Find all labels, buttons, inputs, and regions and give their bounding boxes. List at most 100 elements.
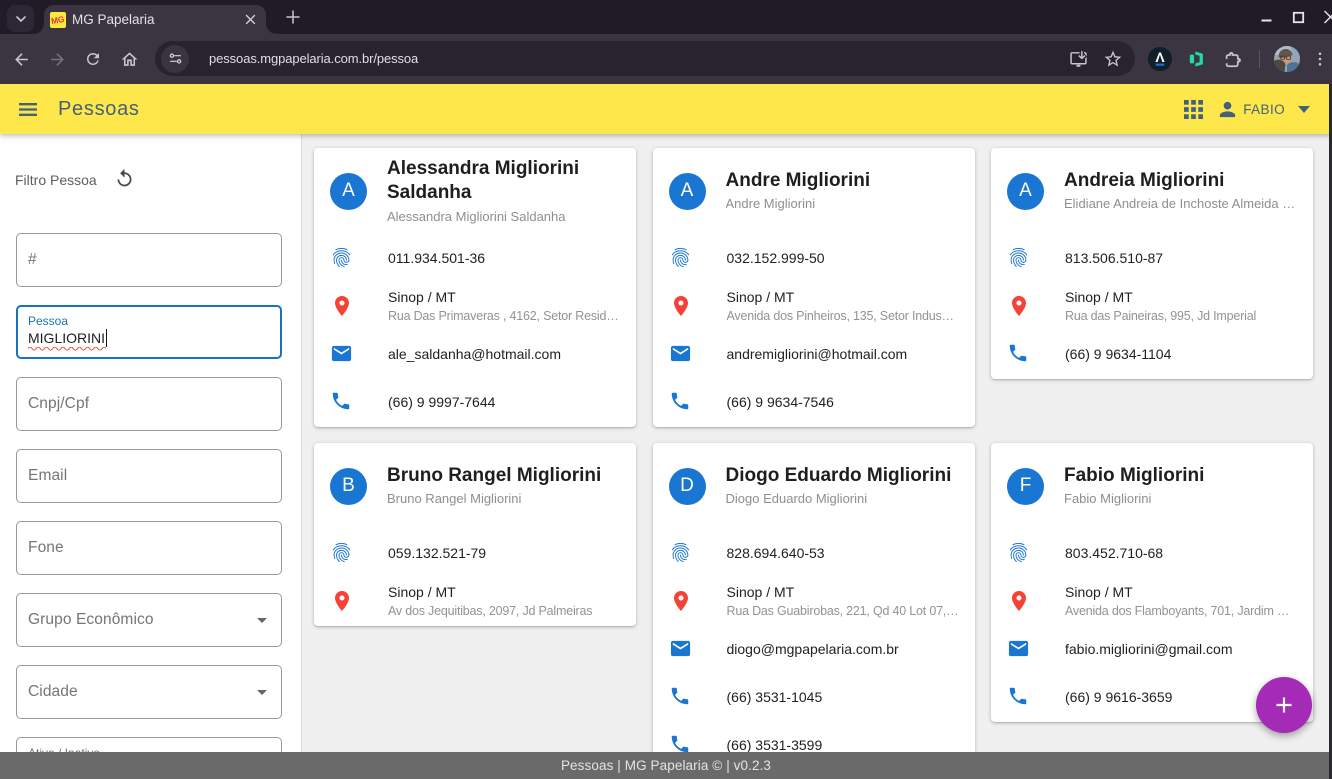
user-menu[interactable]: FABIO: [1216, 98, 1310, 121]
card-row-phone[interactable]: (66) 9 9997-7644: [314, 378, 636, 426]
tab-title: MG Papelaria: [72, 12, 242, 27]
install-app-icon[interactable]: [1068, 48, 1089, 69]
site-info-button[interactable]: [161, 45, 189, 73]
filter-reset-icon[interactable]: [114, 168, 135, 189]
row-icon-box: [1007, 541, 1031, 565]
person-name: Bruno Rangel Migliorini: [387, 464, 601, 489]
person-card[interactable]: AAlessandra Migliorini SaldanhaAlessandr…: [314, 148, 636, 427]
avatar: D: [669, 468, 706, 505]
field-label: Grupo Econômico: [28, 611, 154, 629]
card-header-text: Fabio MiglioriniFabio Migliorini: [1064, 464, 1204, 509]
menu-button[interactable]: [10, 91, 46, 127]
url-text[interactable]: pessoas.mgpapelaria.com.br/pessoa: [209, 51, 1068, 66]
bookmark-star-icon[interactable]: [1103, 49, 1123, 69]
address-bar[interactable]: pessoas.mgpapelaria.com.br/pessoa: [155, 41, 1135, 76]
forward-button[interactable]: [42, 44, 72, 74]
filter-field-grupo-econ-mico[interactable]: Grupo Econômico: [16, 593, 282, 647]
row-primary-text: (66) 9 9634-1104: [1065, 345, 1299, 364]
extension-a-button[interactable]: [1146, 44, 1174, 74]
window-minimize-button[interactable]: [1260, 10, 1273, 24]
card-header: AAlessandra Migliorini SaldanhaAlessandr…: [314, 148, 636, 234]
row-primary-text: Sinop / MT: [727, 288, 961, 307]
tab-favicon: MG: [50, 12, 66, 28]
card-row-fingerprint[interactable]: 032.152.999-50: [653, 234, 975, 282]
row-icon-box: [669, 637, 693, 661]
field-label: Cnpj/Cpf: [28, 395, 89, 413]
avatar: B: [330, 468, 367, 505]
card-row-email[interactable]: andremigliorini@hotmail.com: [653, 330, 975, 378]
profile-avatar[interactable]: [1273, 44, 1301, 74]
card-row-location[interactable]: Sinop / MTAv dos Jequitibas, 2097, Jd Pa…: [314, 577, 636, 625]
card-row-fingerprint[interactable]: 803.452.710-68: [991, 529, 1313, 577]
person-subtitle: Diogo Eduardo Migliorini: [726, 489, 952, 508]
card-row-email[interactable]: ale_saldanha@hotmail.com: [314, 330, 636, 378]
window-maximize-button[interactable]: [1292, 10, 1305, 24]
apps-grid-button[interactable]: [1183, 91, 1203, 127]
card-row-location[interactable]: Sinop / MTRua das Paineiras, 995, Jd Imp…: [991, 282, 1313, 330]
card-header: B Bruno Rangel MiglioriniBruno Rangel Mig…: [314, 443, 636, 529]
cards-area: AAlessandra Migliorini SaldanhaAlessandr…: [302, 134, 1332, 779]
person-card[interactable]: AAndre MiglioriniAndre Migliorini032.152…: [653, 148, 975, 427]
row-icon-box: [330, 246, 354, 270]
row-icon-box: [669, 589, 693, 613]
reload-button[interactable]: [78, 44, 108, 74]
row-text: fabio.migliorini@gmail.com: [1065, 640, 1299, 659]
field-label: Email: [28, 467, 67, 485]
filter-field-cnpj-cpf[interactable]: Cnpj/Cpf: [16, 377, 282, 431]
tab-close-button[interactable]: [242, 12, 258, 28]
card-row-phone[interactable]: (66) 9 9634-7546: [653, 378, 975, 426]
card-row-location[interactable]: Sinop / MTAvenida dos Flamboyants, 701, …: [991, 577, 1313, 625]
row-text: (66) 9 9634-7546: [727, 393, 961, 412]
window-close-button[interactable]: [1324, 10, 1332, 24]
row-primary-text: 803.452.710-68: [1065, 544, 1299, 563]
row-text: 011.934.501-36: [388, 249, 622, 268]
person-card[interactable]: B Bruno Rangel MiglioriniBruno Rangel Mig…: [314, 443, 636, 626]
extension-a-icon: [1147, 46, 1173, 72]
email-icon: [669, 342, 692, 365]
card-row-location[interactable]: Sinop / MTAvenida dos Pinheiros, 135, Se…: [653, 282, 975, 330]
filter-field-email[interactable]: Email: [16, 449, 282, 503]
row-secondary-text: Avenida dos Pinheiros, 135, Setor Indus…: [727, 308, 961, 325]
plus-icon: [286, 10, 300, 24]
browser-menu-button[interactable]: [1306, 44, 1332, 74]
filter-fields: # PessoaMIGLIORINI Cnpj/Cpf Email Fone Grupo …: [16, 233, 282, 779]
row-secondary-text: Rua Das Primaveras , 4162, Setor Resid…: [388, 308, 622, 325]
tab-search-button[interactable]: [7, 5, 34, 32]
card-row-fingerprint[interactable]: 828.694.640-53: [653, 529, 975, 577]
select-caret-icon: [257, 618, 267, 623]
row-primary-text: Sinop / MT: [727, 583, 961, 602]
filter-field-[interactable]: #: [16, 233, 282, 287]
card-row-email[interactable]: diogo@mgpapelaria.com.br: [653, 625, 975, 673]
card-row-fingerprint[interactable]: 059.132.521-79: [314, 529, 636, 577]
filter-field-pessoa[interactable]: PessoaMIGLIORINI: [16, 305, 282, 359]
card-row-phone[interactable]: (66) 3531-1045: [653, 673, 975, 721]
person-card[interactable]: DDiogo Eduardo MiglioriniDiogo Eduardo M…: [653, 443, 975, 770]
browser-tab[interactable]: MG MG Papelaria: [44, 5, 266, 34]
new-tab-button[interactable]: [280, 4, 306, 30]
text-cursor: [106, 329, 108, 347]
card-header: AAndreia MiglioriniElidiane Andreia de I…: [991, 148, 1313, 234]
person-card[interactable]: AAndreia MiglioriniElidiane Andreia de I…: [991, 148, 1313, 379]
toolbar-separator: [1259, 50, 1260, 68]
row-icon-box: [330, 342, 354, 366]
select-caret-icon: [257, 690, 267, 695]
home-button[interactable]: [114, 44, 144, 74]
add-person-fab[interactable]: [1256, 677, 1312, 733]
card-row-fingerprint[interactable]: 813.506.510-87: [991, 234, 1313, 282]
back-button[interactable]: [6, 44, 36, 74]
card-header: FFabio MiglioriniFabio Migliorini: [991, 443, 1313, 529]
person-subtitle: Bruno Rangel Migliorini: [387, 489, 601, 508]
card-row-location[interactable]: Sinop / MTRua Das Guabirobas, 221, Qd 40…: [653, 577, 975, 625]
person-card[interactable]: FFabio MiglioriniFabio Migliorini 803.452…: [991, 443, 1313, 722]
filter-field-cidade[interactable]: Cidade: [16, 665, 282, 719]
card-row-phone[interactable]: (66) 9 9634-1104: [991, 330, 1313, 378]
card-row-fingerprint[interactable]: 011.934.501-36: [314, 234, 636, 282]
filter-field-fone[interactable]: Fone: [16, 521, 282, 575]
extension-green-button[interactable]: [1183, 44, 1211, 74]
person-subtitle: Alessandra Migliorini Saldanha: [387, 207, 620, 226]
row-icon-box: [1007, 685, 1031, 709]
extensions-menu-button[interactable]: [1218, 44, 1246, 74]
field-value: MIGLIORINI: [28, 330, 105, 346]
card-row-email[interactable]: fabio.migliorini@gmail.com: [991, 625, 1313, 673]
card-row-location[interactable]: Sinop / MTRua Das Primaveras , 4162, Set…: [314, 282, 636, 330]
